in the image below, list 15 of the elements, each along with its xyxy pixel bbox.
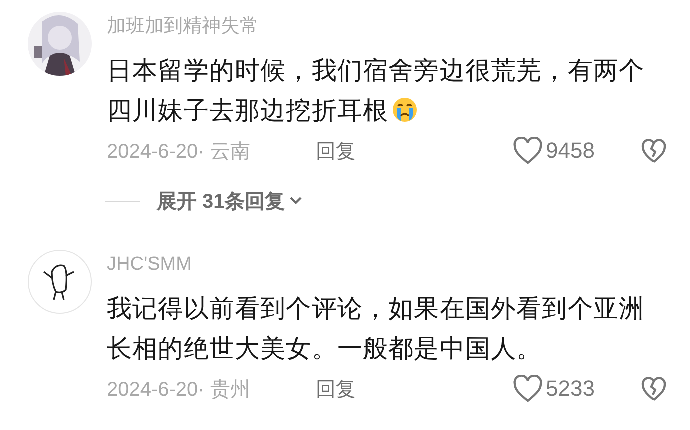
comment-text: 我记得以前看到个评论，如果在国外看到个亚洲长相的绝世大美女。一般都是中国人。: [107, 294, 646, 365]
crying-face-icon: [392, 97, 418, 123]
comment-text: 日本留学的时候，我们宿舍旁边很荒芜，有两个四川妹子去那边挖折耳根: [107, 56, 646, 127]
chevron-icon: [288, 196, 303, 206]
reply-button[interactable]: 回复: [316, 376, 356, 402]
expand-replies-button[interactable]: 展开 31条回复: [157, 188, 303, 214]
comment-meta: 2024-6-20· 贵州: [107, 378, 252, 402]
heart-icon[interactable]: [513, 137, 544, 165]
broken-heart-icon[interactable]: [641, 376, 667, 402]
comment-meta: 2024-6-20· 云南: [107, 140, 252, 164]
heart-icon[interactable]: [513, 375, 544, 403]
like-count: 5233: [546, 376, 595, 402]
reply-button[interactable]: 回复: [316, 138, 356, 164]
like-count: 9458: [546, 138, 595, 164]
broken-heart-icon[interactable]: [641, 138, 667, 164]
